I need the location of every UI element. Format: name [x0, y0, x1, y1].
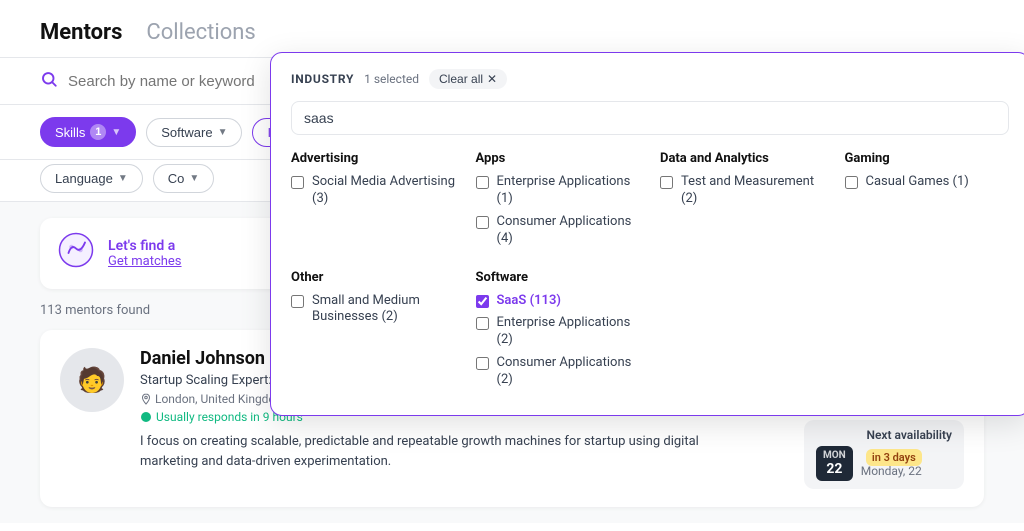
col-title-gaming: Gaming [845, 151, 1010, 166]
checkbox-software-enterprise-apps[interactable]: Enterprise Applications (2) [476, 315, 641, 349]
tab-mentors[interactable]: Mentors [40, 20, 122, 45]
checkbox-consumer-apps[interactable]: Consumer Applications (4) [476, 214, 641, 248]
col-title-apps: Apps [476, 151, 641, 166]
clear-all-button[interactable]: Clear all ✕ [429, 69, 507, 89]
checkbox-saas[interactable]: SaaS (113) [476, 293, 641, 310]
mentor-name[interactable]: Daniel Johnson [140, 348, 265, 369]
checkbox-social-media-advertising[interactable]: Social Media Advertising (3) [291, 174, 456, 208]
col-title-software: Software [476, 270, 641, 285]
promo-main-text: Let's find a [108, 238, 182, 254]
next-availability: Next availability MON 22 in 3 days Monda… [804, 420, 964, 489]
search-icon [40, 70, 58, 92]
checkbox-enterprise-apps[interactable]: Enterprise Applications (1) [476, 174, 641, 208]
tab-collections[interactable]: Collections [146, 20, 255, 45]
skills-filter-button[interactable]: Skills 1 ▼ [40, 117, 136, 147]
industry-dropdown-panel: INDUSTRY 1 selected Clear all ✕ Advertis… [270, 52, 1024, 416]
avail-badge: in 3 days [866, 449, 922, 466]
avatar: 🧑 [60, 348, 124, 412]
skills-count-badge: 1 [90, 124, 106, 140]
promo-icon [58, 232, 94, 275]
language-filter-button[interactable]: Language ▼ [40, 164, 143, 193]
checkbox-casual-games[interactable]: Casual Games (1) [845, 174, 1010, 191]
checkbox-software-consumer-apps[interactable]: Consumer Applications (2) [476, 355, 641, 389]
promo-sub-text[interactable]: Get matches [108, 254, 182, 269]
selected-count: 1 selected [364, 72, 419, 86]
dropdown-columns: Advertising Social Media Advertising (3)… [291, 151, 1009, 395]
cal-box: MON 22 [816, 446, 853, 481]
software-filter-button[interactable]: Software ▼ [146, 118, 242, 147]
col-title-data-analytics: Data and Analytics [660, 151, 825, 166]
col-title-other: Other [291, 270, 456, 285]
checkbox-smb[interactable]: Small and Medium Businesses (2) [291, 293, 456, 327]
checkbox-test-measurement[interactable]: Test and Measurement (2) [660, 174, 825, 208]
company-filter-button[interactable]: Co ▼ [153, 164, 215, 193]
mentor-bio: I focus on creating scalable, predictabl… [140, 432, 740, 471]
dropdown-title: INDUSTRY [291, 72, 354, 86]
avail-date: Monday, 22 [861, 464, 922, 478]
dropdown-search-input[interactable] [291, 101, 1009, 135]
col-title-advertising: Advertising [291, 151, 456, 166]
